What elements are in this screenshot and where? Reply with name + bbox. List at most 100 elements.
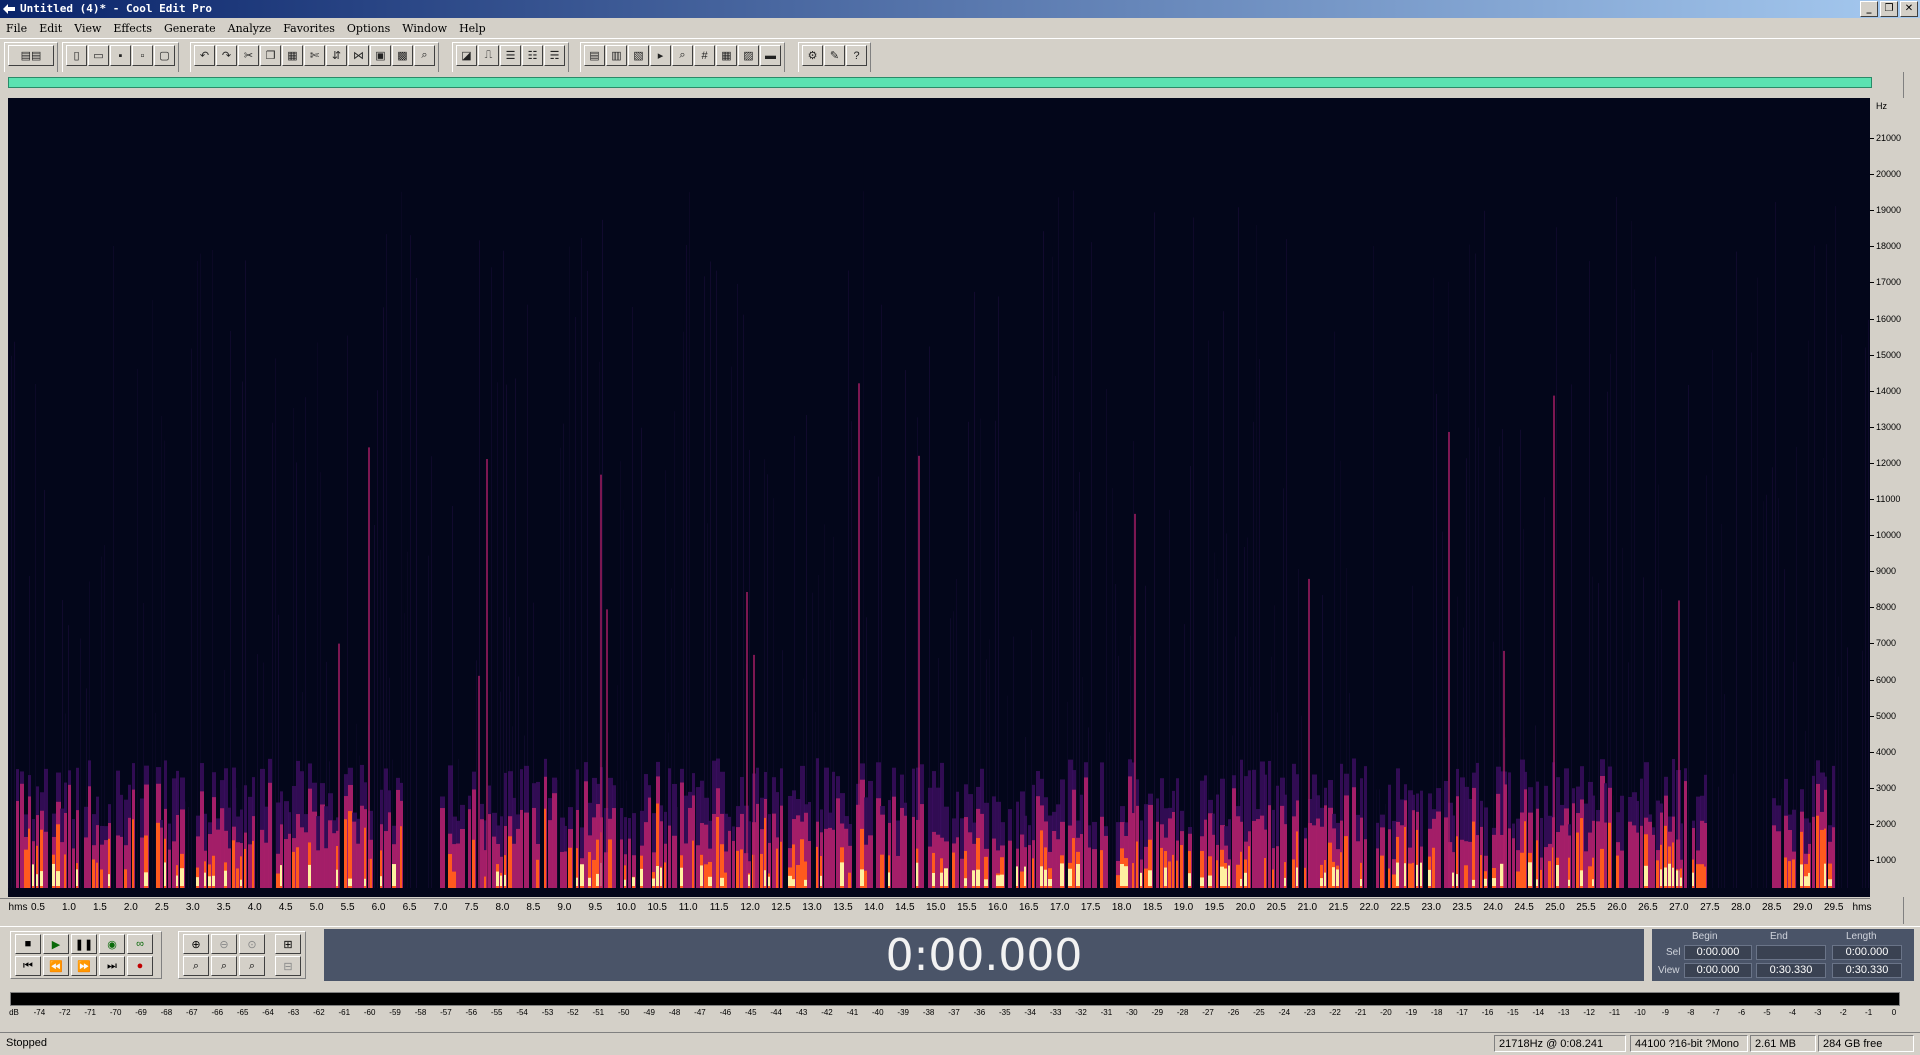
help-icon[interactable]: ? (846, 45, 867, 66)
time-format-icon[interactable]: # (694, 45, 715, 66)
menu-generate[interactable]: Generate (158, 22, 222, 35)
view-end-field[interactable]: 0:30.330 (1756, 963, 1826, 978)
play-icon[interactable]: ▸ (650, 45, 671, 66)
freq-label: 18000 (1876, 241, 1902, 252)
time-ruler: hms hms 0.5 1.0 1.5 2.0 2.5 3.0 3.5 4.0 4.5 5.0 5.… (0, 898, 1871, 917)
menu-favorites[interactable]: Favorites (277, 22, 341, 35)
redo-icon[interactable]: ↷ (216, 45, 237, 66)
sel-end-field[interactable] (1756, 945, 1826, 960)
time-label: 29.5 (1823, 902, 1844, 913)
menu-edit[interactable]: Edit (33, 22, 68, 35)
freq-label: 9000 (1876, 566, 1897, 577)
window-icon[interactable]: ▤ (584, 45, 605, 66)
menu-view[interactable]: View (68, 22, 107, 35)
restore-button[interactable]: ❐ (1880, 1, 1898, 17)
multitrack-toggle-icon[interactable]: ▤▤ (8, 45, 54, 66)
sel-length-field[interactable]: 0:00.000 (1832, 945, 1902, 960)
pause-button[interactable]: ❚❚ (71, 934, 97, 954)
time-label: 16.5 (1018, 902, 1039, 913)
zoom-out-horizontal-icon[interactable]: ⊖ (211, 934, 237, 954)
save-all-icon[interactable]: ▫ (132, 45, 153, 66)
fast-forward-button[interactable]: ⏩ (71, 956, 97, 976)
level-meter-icon[interactable]: ▬ (760, 45, 781, 66)
close-button[interactable]: ✕ (1900, 1, 1918, 17)
new-file-icon[interactable]: ▯ (66, 45, 87, 66)
zoom-selection-icon[interactable]: ⌕ (239, 956, 265, 976)
cue-list-icon[interactable]: ▥ (606, 45, 627, 66)
open-file-icon[interactable]: ▭ (88, 45, 109, 66)
freq-tick (1870, 643, 1874, 645)
stop-button[interactable]: ■ (15, 934, 41, 954)
undo-icon[interactable]: ↶ (194, 45, 215, 66)
zoom-out-vertical-icon[interactable]: ⊟ (275, 956, 301, 976)
time-label: 15.0 (926, 902, 946, 913)
db-label: -32 (1075, 1008, 1087, 1017)
time-label: 25.5 (1576, 902, 1596, 913)
playlist-icon[interactable]: ▧ (628, 45, 649, 66)
visible-range-bar[interactable] (8, 77, 1872, 88)
spectral-pan-icon[interactable]: ☷ (522, 45, 543, 66)
cut-icon[interactable]: ✂ (238, 45, 259, 66)
paste-icon[interactable]: ▦ (282, 45, 303, 66)
find-icon[interactable]: ⌕ (414, 45, 435, 66)
vertical-scrollbar[interactable] (1903, 72, 1920, 924)
db-label: -16 (1481, 1008, 1494, 1017)
color-meter-icon[interactable]: ▨ (738, 45, 759, 66)
zoom-in-vertical-icon[interactable]: ⊞ (275, 934, 301, 954)
db-label: -64 (262, 1008, 274, 1017)
save-file-icon[interactable]: ▪ (110, 45, 131, 66)
menu-options[interactable]: Options (341, 22, 396, 35)
rewind-button[interactable]: ⏪ (43, 956, 69, 976)
view-length-field[interactable]: 0:30.330 (1832, 963, 1902, 978)
view-begin-field[interactable]: 0:00.000 (1684, 963, 1752, 978)
insert-icon[interactable]: ▣ (370, 45, 391, 66)
db-label: -6 (1738, 1008, 1746, 1017)
play-to-end-button[interactable]: ◉ (99, 934, 125, 954)
menu-analyze[interactable]: Analyze (222, 22, 278, 35)
crossfade-icon[interactable]: ⋈ (348, 45, 369, 66)
level-meter (10, 992, 1900, 1006)
settings-icon[interactable]: ⚙ (802, 45, 823, 66)
time-label: 26.5 (1638, 902, 1658, 913)
waveform-view-icon[interactable]: ⎍ (478, 45, 499, 66)
close-file-icon[interactable]: ▢ (154, 45, 175, 66)
go-to-beginning-button[interactable]: ⏮ (15, 956, 41, 976)
time-label: 9.5 (588, 902, 603, 913)
mix-paste-icon[interactable]: ⇵ (326, 45, 347, 66)
scripts-icon[interactable]: ✎ (824, 45, 845, 66)
frequency-analysis-icon[interactable]: ⌕ (672, 45, 693, 66)
db-label: -60 (363, 1008, 376, 1017)
menu-window[interactable]: Window (396, 22, 453, 35)
loop-button[interactable]: ∞ (127, 934, 153, 954)
freq-tick (1870, 210, 1874, 212)
time-label: 1.5 (92, 902, 107, 913)
menu-help[interactable]: Help (453, 22, 492, 35)
db-label: dB (9, 1008, 19, 1017)
menu-effects[interactable]: Effects (107, 22, 158, 35)
record-button[interactable]: ● (127, 956, 153, 976)
zoom-buttons: ⊕ ⊖ ⊙ ⊞ ⌕ ⌕ ⌕ ⊟ (178, 931, 306, 979)
time-label: 0.5 (31, 902, 45, 913)
sel-begin-field[interactable]: 0:00.000 (1684, 945, 1752, 960)
copy-icon[interactable]: ❐ (260, 45, 281, 66)
db-label: -35 (999, 1008, 1011, 1017)
db-label: -54 (516, 1008, 528, 1017)
db-label: 0 (1891, 1008, 1897, 1017)
zoom-in-horizontal-icon[interactable]: ⊕ (183, 934, 209, 954)
go-to-end-button[interactable]: ⏭ (99, 956, 125, 976)
db-label: -43 (795, 1008, 808, 1017)
trim-icon[interactable]: ✄ (304, 45, 325, 66)
menu-file[interactable]: File (0, 22, 33, 35)
freq-tick (1870, 679, 1874, 681)
minimize-button[interactable]: _ (1860, 1, 1878, 17)
zoom-to-left-icon[interactable]: ⌕ (183, 956, 209, 976)
spectral-pitch-icon[interactable]: ☰ (500, 45, 521, 66)
spectral-phase-icon[interactable]: ☴ (544, 45, 565, 66)
spectral-view-icon[interactable]: ◪ (456, 45, 477, 66)
mix-icon[interactable]: ▩ (392, 45, 413, 66)
metronome-icon[interactable]: ▦ (716, 45, 737, 66)
play-button[interactable]: ▶ (43, 934, 69, 954)
zoom-full-icon[interactable]: ⊙ (239, 934, 265, 954)
spectral-display[interactable] (8, 98, 1870, 897)
zoom-to-right-icon[interactable]: ⌕ (211, 956, 237, 976)
